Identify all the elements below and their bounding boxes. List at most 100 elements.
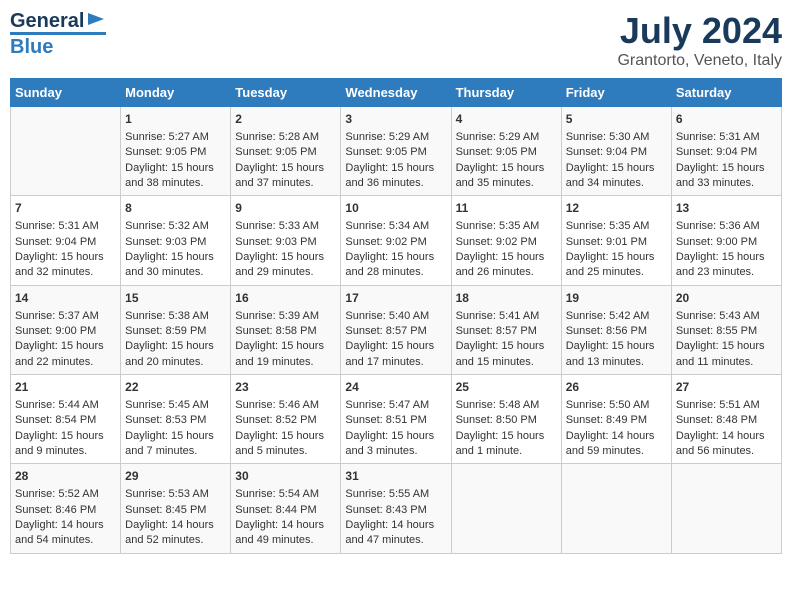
cell-text: Sunset: 8:55 PM <box>676 324 777 339</box>
cell-text: and 32 minutes. <box>15 265 116 280</box>
cell-text: Daylight: 15 hours <box>676 161 777 176</box>
cell-text: Daylight: 15 hours <box>125 429 226 444</box>
calendar-cell: 5Sunrise: 5:30 AMSunset: 9:04 PMDaylight… <box>561 107 671 196</box>
cell-text: Daylight: 15 hours <box>235 161 336 176</box>
calendar-cell: 9Sunrise: 5:33 AMSunset: 9:03 PMDaylight… <box>231 196 341 285</box>
calendar-cell: 16Sunrise: 5:39 AMSunset: 8:58 PMDayligh… <box>231 285 341 374</box>
calendar-cell: 24Sunrise: 5:47 AMSunset: 8:51 PMDayligh… <box>341 375 451 464</box>
cell-text: Sunset: 8:44 PM <box>235 503 336 518</box>
cell-text: and 3 minutes. <box>345 444 446 459</box>
cell-text: Daylight: 14 hours <box>345 518 446 533</box>
cell-text: and 29 minutes. <box>235 265 336 280</box>
cell-text: Daylight: 15 hours <box>345 429 446 444</box>
day-number: 27 <box>676 379 777 396</box>
cell-text: Daylight: 15 hours <box>345 250 446 265</box>
cell-text: Daylight: 15 hours <box>345 161 446 176</box>
cell-text: and 19 minutes. <box>235 355 336 370</box>
calendar-cell: 2Sunrise: 5:28 AMSunset: 9:05 PMDaylight… <box>231 107 341 196</box>
cell-text: Sunset: 8:52 PM <box>235 413 336 428</box>
day-number: 28 <box>15 468 116 485</box>
calendar-cell: 18Sunrise: 5:41 AMSunset: 8:57 PMDayligh… <box>451 285 561 374</box>
cell-text: Sunset: 9:01 PM <box>566 235 667 250</box>
cell-text: Daylight: 15 hours <box>456 339 557 354</box>
cell-text: Sunset: 9:03 PM <box>235 235 336 250</box>
calendar-cell: 3Sunrise: 5:29 AMSunset: 9:05 PMDaylight… <box>341 107 451 196</box>
cell-text: Sunset: 9:04 PM <box>676 145 777 160</box>
calendar-week-row: 7Sunrise: 5:31 AMSunset: 9:04 PMDaylight… <box>11 196 782 285</box>
cell-text: Sunrise: 5:53 AM <box>125 487 226 502</box>
cell-text: and 49 minutes. <box>235 533 336 548</box>
calendar-cell: 15Sunrise: 5:38 AMSunset: 8:59 PMDayligh… <box>121 285 231 374</box>
cell-text: Sunrise: 5:54 AM <box>235 487 336 502</box>
cell-text: Sunrise: 5:33 AM <box>235 219 336 234</box>
day-number: 5 <box>566 111 667 128</box>
cell-text: Sunset: 8:50 PM <box>456 413 557 428</box>
day-number: 14 <box>15 290 116 307</box>
day-number: 3 <box>345 111 446 128</box>
day-number: 1 <box>125 111 226 128</box>
day-number: 6 <box>676 111 777 128</box>
calendar-cell: 1Sunrise: 5:27 AMSunset: 9:05 PMDaylight… <box>121 107 231 196</box>
cell-text: Sunrise: 5:31 AM <box>676 130 777 145</box>
day-number: 25 <box>456 379 557 396</box>
cell-text: Daylight: 15 hours <box>125 250 226 265</box>
calendar-cell: 14Sunrise: 5:37 AMSunset: 9:00 PMDayligh… <box>11 285 121 374</box>
cell-text: and 36 minutes. <box>345 176 446 191</box>
cell-text: Sunrise: 5:35 AM <box>566 219 667 234</box>
calendar-title: July 2024 <box>617 10 782 52</box>
calendar-cell: 13Sunrise: 5:36 AMSunset: 9:00 PMDayligh… <box>671 196 781 285</box>
calendar-cell: 12Sunrise: 5:35 AMSunset: 9:01 PMDayligh… <box>561 196 671 285</box>
day-number: 22 <box>125 379 226 396</box>
calendar-cell: 17Sunrise: 5:40 AMSunset: 8:57 PMDayligh… <box>341 285 451 374</box>
cell-text: Sunrise: 5:39 AM <box>235 309 336 324</box>
cell-text: Sunset: 8:54 PM <box>15 413 116 428</box>
cell-text: Sunset: 9:02 PM <box>456 235 557 250</box>
calendar-cell: 25Sunrise: 5:48 AMSunset: 8:50 PMDayligh… <box>451 375 561 464</box>
calendar-cell: 23Sunrise: 5:46 AMSunset: 8:52 PMDayligh… <box>231 375 341 464</box>
day-number: 23 <box>235 379 336 396</box>
cell-text: Sunrise: 5:28 AM <box>235 130 336 145</box>
cell-text: Daylight: 15 hours <box>676 339 777 354</box>
cell-text: Sunset: 8:43 PM <box>345 503 446 518</box>
cell-text: Sunset: 9:00 PM <box>15 324 116 339</box>
cell-text: and 22 minutes. <box>15 355 116 370</box>
day-number: 21 <box>15 379 116 396</box>
calendar-cell: 7Sunrise: 5:31 AMSunset: 9:04 PMDaylight… <box>11 196 121 285</box>
weekday-header: Sunday <box>11 79 121 107</box>
weekday-header: Thursday <box>451 79 561 107</box>
cell-text: Daylight: 15 hours <box>15 429 116 444</box>
cell-text: Sunset: 8:53 PM <box>125 413 226 428</box>
cell-text: and 35 minutes. <box>456 176 557 191</box>
cell-text: Sunset: 9:05 PM <box>456 145 557 160</box>
cell-text: Sunrise: 5:38 AM <box>125 309 226 324</box>
cell-text: Daylight: 15 hours <box>566 161 667 176</box>
cell-text: Daylight: 14 hours <box>125 518 226 533</box>
cell-text: and 59 minutes. <box>566 444 667 459</box>
day-number: 13 <box>676 200 777 217</box>
cell-text: Sunset: 8:58 PM <box>235 324 336 339</box>
cell-text: Sunset: 9:04 PM <box>15 235 116 250</box>
cell-text: Daylight: 15 hours <box>566 339 667 354</box>
weekday-header: Friday <box>561 79 671 107</box>
day-number: 29 <box>125 468 226 485</box>
cell-text: Sunrise: 5:51 AM <box>676 398 777 413</box>
day-number: 12 <box>566 200 667 217</box>
logo-blue-text: Blue <box>10 32 106 58</box>
cell-text: Sunrise: 5:55 AM <box>345 487 446 502</box>
cell-text: and 23 minutes. <box>676 265 777 280</box>
cell-text: Sunset: 8:57 PM <box>456 324 557 339</box>
cell-text: Daylight: 15 hours <box>456 161 557 176</box>
logo: General Blue <box>10 10 106 58</box>
day-number: 11 <box>456 200 557 217</box>
cell-text: Daylight: 15 hours <box>15 250 116 265</box>
calendar-cell: 6 Sunrise: 5:31 AMSunset: 9:04 PMDaylight… <box>671 107 781 196</box>
cell-text: Sunrise: 5:34 AM <box>345 219 446 234</box>
cell-text: Daylight: 14 hours <box>15 518 116 533</box>
day-number: 4 <box>456 111 557 128</box>
day-number: 26 <box>566 379 667 396</box>
calendar-cell: 22Sunrise: 5:45 AMSunset: 8:53 PMDayligh… <box>121 375 231 464</box>
logo-text-block: General Blue <box>10 10 106 58</box>
calendar-cell <box>561 464 671 553</box>
cell-text: Daylight: 15 hours <box>15 339 116 354</box>
day-number: 20 <box>676 290 777 307</box>
